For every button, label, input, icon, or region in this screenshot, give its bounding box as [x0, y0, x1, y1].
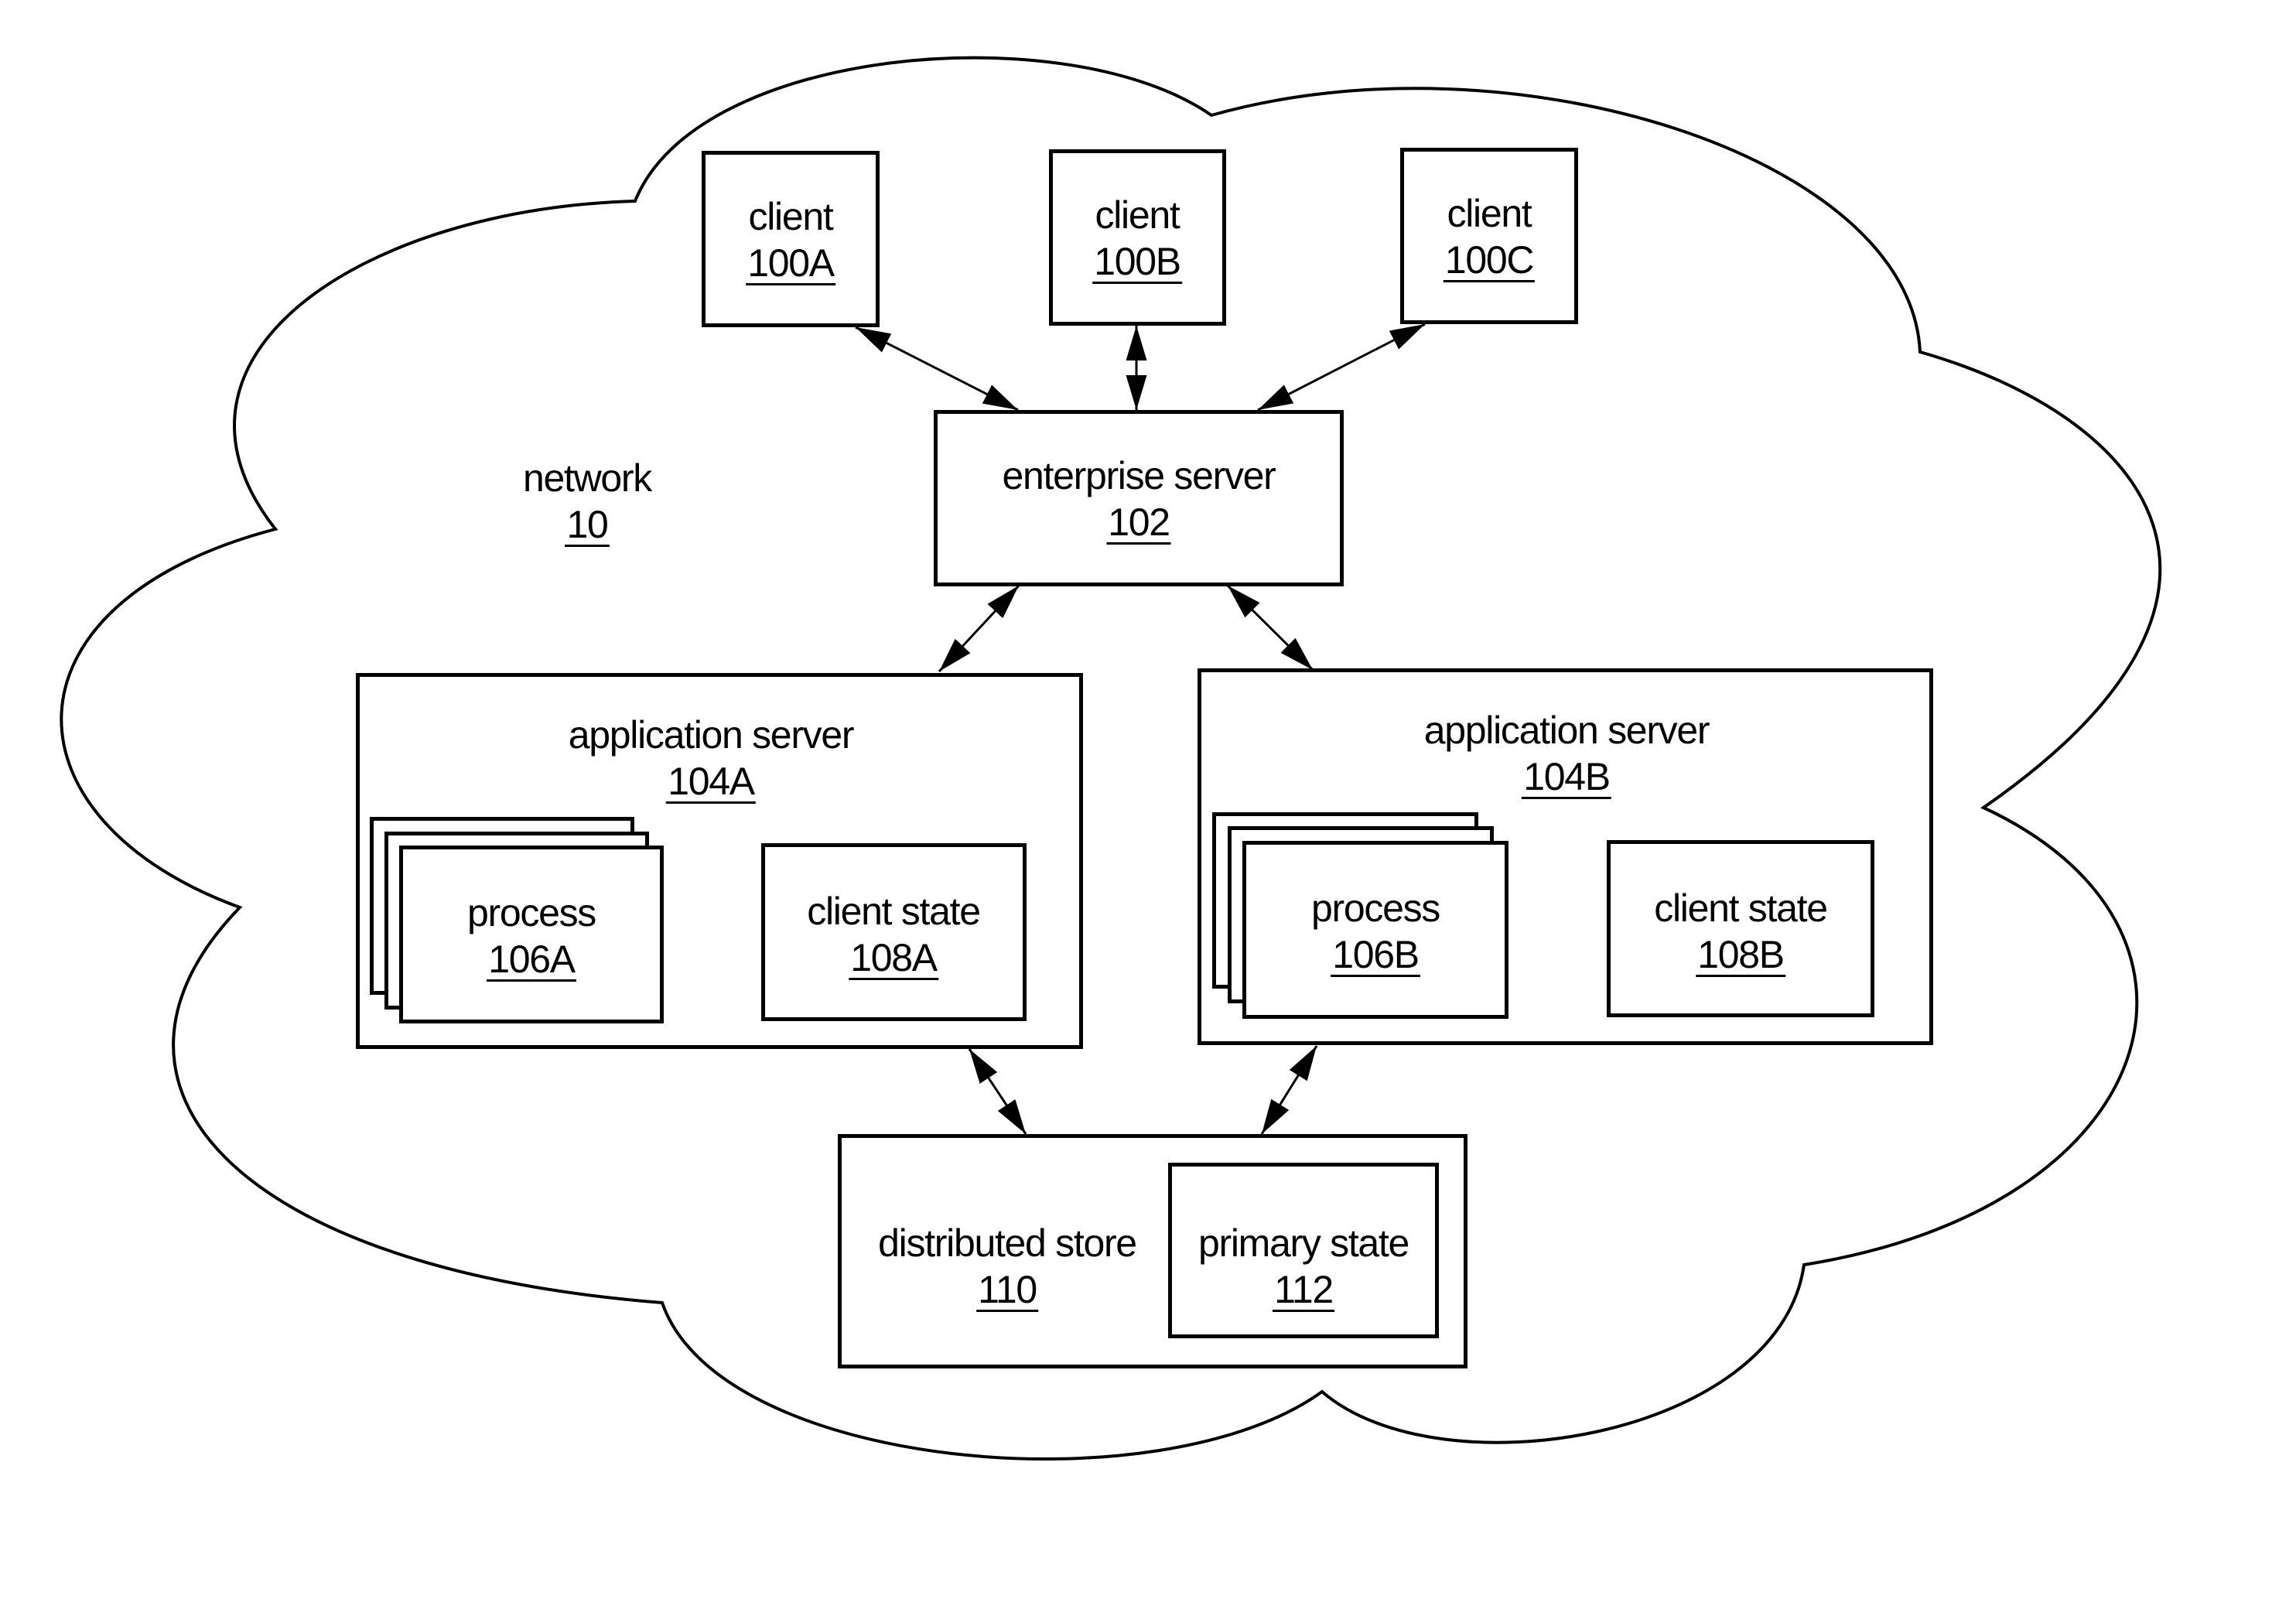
distributed-store-ref: 110	[976, 1268, 1038, 1312]
arrow-enterprise-appserver-b	[1226, 584, 1314, 671]
application-server-name: application server	[568, 713, 855, 757]
application-server-ref: 104B	[1522, 755, 1611, 799]
network-label: network 10	[523, 455, 652, 548]
process-ref: 106A	[487, 938, 576, 982]
client-name: client	[1095, 193, 1180, 237]
process-ref: 106B	[1331, 933, 1420, 977]
process-name: process	[1311, 887, 1440, 930]
client-100c-label: client 100C	[1443, 190, 1536, 283]
enterprise-server-name: enterprise server	[1002, 454, 1276, 497]
enterprise-server-ref: 102	[1106, 501, 1171, 545]
client-state-ref: 108B	[1696, 933, 1785, 977]
enterprise-server-label: enterprise server 102	[1002, 453, 1276, 545]
application-server-104b-label: application server 104B	[1423, 707, 1710, 800]
client-state-name: client state	[1654, 887, 1828, 930]
client-ref: 100C	[1443, 238, 1536, 282]
application-server-name: application server	[1423, 709, 1710, 752]
network-ref: 10	[565, 503, 610, 547]
client-state-ref: 108A	[849, 936, 938, 980]
arrow-appserver-b-store	[1260, 1045, 1318, 1135]
arrow-enterprise-appserver-a	[938, 584, 1020, 673]
network-diagram: network 10 client 100A client 100B clien…	[0, 0, 2296, 1616]
arrow-client-a-enterprise	[855, 326, 1019, 412]
distributed-store-name: distributed store	[878, 1221, 1137, 1265]
client-name: client	[748, 195, 834, 238]
process-106a-label: process 106A	[467, 890, 596, 982]
client-state-108b-label: client state 108B	[1654, 885, 1828, 978]
primary-state-ref: 112	[1273, 1268, 1334, 1312]
client-100a-label: client 100A	[746, 193, 835, 286]
process-name: process	[467, 891, 596, 934]
client-ref: 100B	[1092, 240, 1182, 284]
client-state-name: client state	[807, 890, 981, 933]
distributed-store-110-label: distributed store 110	[878, 1220, 1137, 1313]
client-name: client	[1447, 192, 1532, 235]
application-server-104a-label: application server 104A	[568, 712, 855, 805]
process-106b-label: process 106B	[1311, 885, 1440, 978]
application-server-ref: 104A	[666, 760, 756, 804]
client-state-108a-label: client state 108A	[807, 888, 981, 981]
arrow-appserver-a-store	[968, 1048, 1027, 1135]
network-name: network	[523, 456, 652, 500]
primary-state-112-label: primary state 112	[1198, 1220, 1409, 1313]
client-100b-label: client 100B	[1092, 192, 1182, 285]
client-ref: 100A	[746, 241, 835, 285]
arrow-client-c-enterprise	[1257, 323, 1426, 412]
primary-state-name: primary state	[1198, 1221, 1409, 1265]
